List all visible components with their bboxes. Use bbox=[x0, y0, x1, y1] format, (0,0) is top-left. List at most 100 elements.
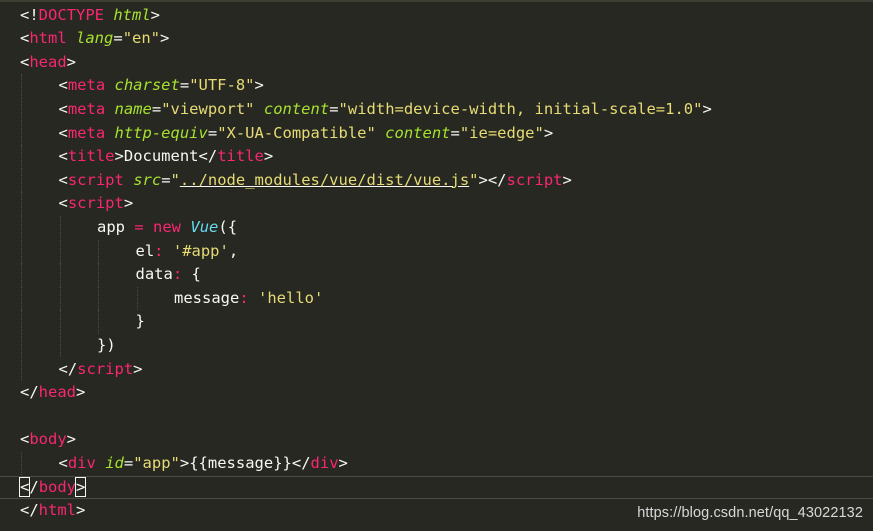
code-token: body bbox=[38, 477, 77, 496]
indent-guide bbox=[21, 215, 23, 240]
code-line[interactable]: <title>Document</title> bbox=[0, 145, 873, 169]
code-token: id bbox=[105, 453, 124, 472]
code-line[interactable]: </body> bbox=[0, 475, 873, 500]
code-token: = bbox=[123, 453, 134, 472]
code-token: < bbox=[20, 29, 30, 48]
code-token: , bbox=[228, 241, 239, 260]
code-token: > bbox=[179, 453, 190, 472]
indent-guide bbox=[136, 286, 139, 311]
code-token: > bbox=[114, 147, 124, 166]
code-token: div bbox=[310, 453, 339, 472]
indent-guide bbox=[21, 286, 23, 311]
code-token: " bbox=[170, 170, 180, 189]
code-line[interactable]: <meta http-equiv="X-UA-Compatible" conte… bbox=[0, 121, 873, 146]
code-line[interactable]: <div id="app">{{message}}</div> bbox=[0, 451, 873, 476]
code-token: ></ bbox=[478, 170, 507, 189]
code-token: <! bbox=[20, 5, 39, 24]
code-line[interactable]: </script> bbox=[0, 357, 873, 382]
code-token: script bbox=[506, 170, 563, 189]
indent-guide bbox=[21, 263, 23, 287]
code-token: > bbox=[702, 99, 712, 118]
code-token: } bbox=[135, 312, 145, 331]
code-token: "en" bbox=[122, 29, 161, 48]
code-token: = bbox=[207, 123, 218, 142]
code-token: < bbox=[58, 99, 68, 118]
code-line[interactable]: <body> bbox=[0, 428, 873, 452]
code-line-content: message: 'hello' bbox=[174, 287, 323, 311]
code-line-content: el: '#app', bbox=[136, 240, 239, 264]
indent-guide bbox=[21, 357, 23, 382]
code-editor[interactable]: <!DOCTYPE html> <html lang="en"> <head> <me… bbox=[0, 0, 873, 531]
code-line[interactable]: } bbox=[0, 310, 873, 334]
code-line-content: <script src="../node_modules/vue/dist/vu… bbox=[59, 169, 572, 193]
indent-guide bbox=[21, 192, 23, 216]
code-line-content: <head> bbox=[20, 51, 76, 75]
code-token: </ bbox=[58, 359, 78, 378]
code-line-content: <meta http-equiv="X-UA-Compatible" conte… bbox=[59, 122, 554, 146]
code-token: script bbox=[67, 194, 124, 213]
code-line[interactable]: <script> bbox=[0, 192, 873, 216]
code-token: : bbox=[239, 288, 249, 307]
code-token: "app" bbox=[133, 453, 180, 472]
code-line[interactable]: </head> bbox=[0, 381, 873, 405]
code-token: head bbox=[29, 52, 67, 71]
code-line-content: <!DOCTYPE html> bbox=[20, 4, 160, 28]
code-token: > bbox=[74, 476, 87, 497]
code-token: meta bbox=[67, 99, 106, 118]
code-line-content: </head> bbox=[20, 381, 85, 405]
code-token: > bbox=[562, 170, 572, 189]
code-line[interactable] bbox=[0, 405, 873, 429]
code-token: ({ bbox=[218, 217, 238, 236]
code-token: " bbox=[469, 170, 479, 189]
code-token: > bbox=[543, 123, 554, 142]
code-token: / bbox=[29, 477, 39, 496]
code-line[interactable]: }) bbox=[0, 333, 873, 358]
code-line[interactable]: <script src="../node_modules/vue/dist/vu… bbox=[0, 168, 873, 193]
editor-top-border bbox=[0, 0, 873, 2]
indent-guide bbox=[21, 97, 23, 122]
code-line[interactable]: <meta charset="UTF-8"> bbox=[0, 74, 873, 98]
code-token: < bbox=[20, 52, 30, 71]
code-token: > bbox=[160, 29, 170, 48]
code-line-content: <meta name="viewport" content="width=dev… bbox=[59, 98, 712, 122]
code-line-content: <body> bbox=[20, 428, 76, 452]
indent-guide bbox=[59, 310, 62, 334]
code-token: div bbox=[67, 453, 96, 472]
indent-guide bbox=[59, 215, 62, 240]
code-line[interactable]: el: '#app', bbox=[0, 239, 873, 264]
code-token: < bbox=[20, 430, 30, 449]
code-line[interactable]: <html lang="en"> bbox=[0, 27, 873, 51]
code-line[interactable]: <meta name="viewport" content="width=dev… bbox=[0, 97, 873, 122]
code-token: Document bbox=[123, 147, 199, 166]
indent-guide bbox=[21, 121, 23, 146]
indent-guide bbox=[21, 310, 23, 334]
code-line-content: } bbox=[136, 310, 145, 334]
code-token: > bbox=[150, 5, 161, 24]
code-token: data bbox=[135, 265, 173, 284]
code-token: < bbox=[58, 147, 68, 166]
code-token: meta bbox=[67, 76, 106, 95]
code-line-content: </body> bbox=[18, 476, 87, 499]
code-line[interactable]: app = new Vue({ bbox=[0, 215, 873, 240]
code-line[interactable]: <head> bbox=[0, 51, 873, 75]
watermark-text: https://blog.csdn.net/qq_43022132 bbox=[637, 505, 863, 521]
code-token: script bbox=[77, 359, 134, 378]
code-line[interactable]: message: 'hello' bbox=[0, 286, 873, 311]
code-token: </ bbox=[291, 453, 311, 472]
code-line-content: data: { bbox=[136, 263, 201, 287]
code-line[interactable]: <!DOCTYPE html> bbox=[0, 4, 873, 28]
code-token: < bbox=[18, 476, 31, 497]
code-line[interactable]: data: { bbox=[0, 263, 873, 287]
code-token: </ bbox=[198, 147, 218, 166]
code-token: < bbox=[58, 123, 68, 142]
code-token: { bbox=[182, 265, 201, 284]
code-token: head bbox=[38, 383, 76, 402]
code-token: < bbox=[58, 76, 68, 95]
code-token: : bbox=[172, 265, 183, 284]
